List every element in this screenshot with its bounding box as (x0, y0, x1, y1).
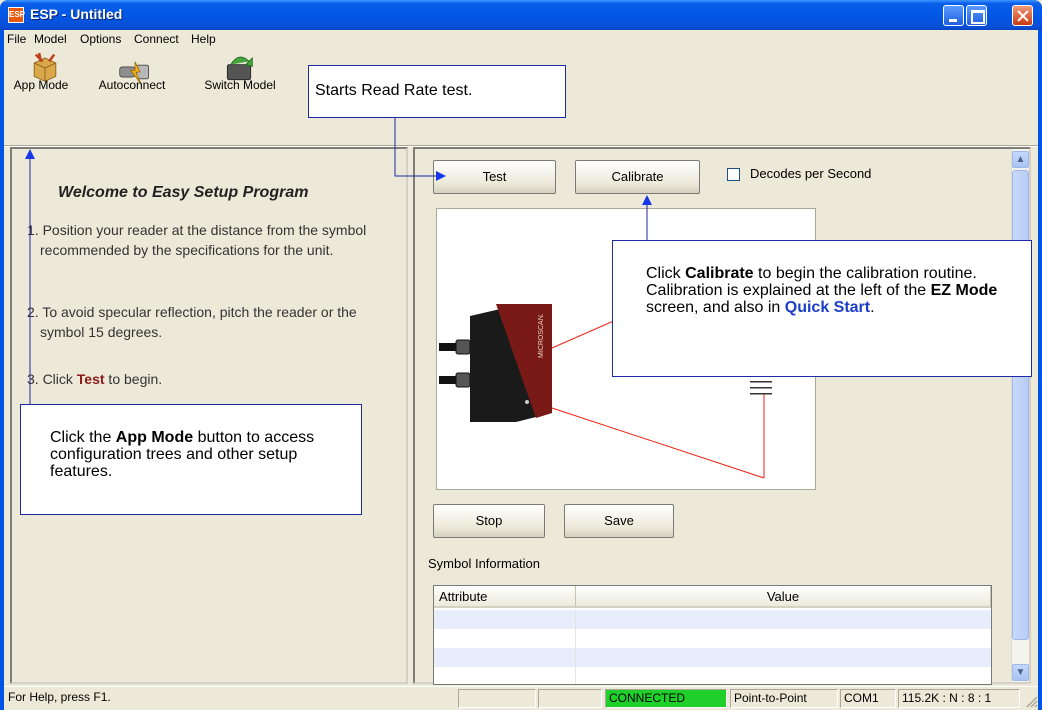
quick-start-link[interactable]: Quick Start (785, 299, 870, 316)
calibrate-callout-ez-mode: EZ Mode (930, 282, 998, 299)
app-mode-callout: Click the App Mode button to access conf… (20, 404, 362, 515)
app-mode-callout-bold: App Mode (115, 429, 194, 446)
calibrate-callout-bold: Calibrate (685, 265, 754, 282)
calibrate-callout-pre: Click (646, 265, 686, 282)
calibrate-callout-end: . (870, 299, 875, 316)
app-mode-callout-pre: Click the (50, 429, 116, 446)
read-rate-callout: Starts Read Rate test. (308, 65, 566, 118)
calibrate-callout: Click Calibrate to begin the calibration… (612, 240, 1032, 377)
calibrate-callout-mid2: screen, and also in (646, 299, 785, 316)
